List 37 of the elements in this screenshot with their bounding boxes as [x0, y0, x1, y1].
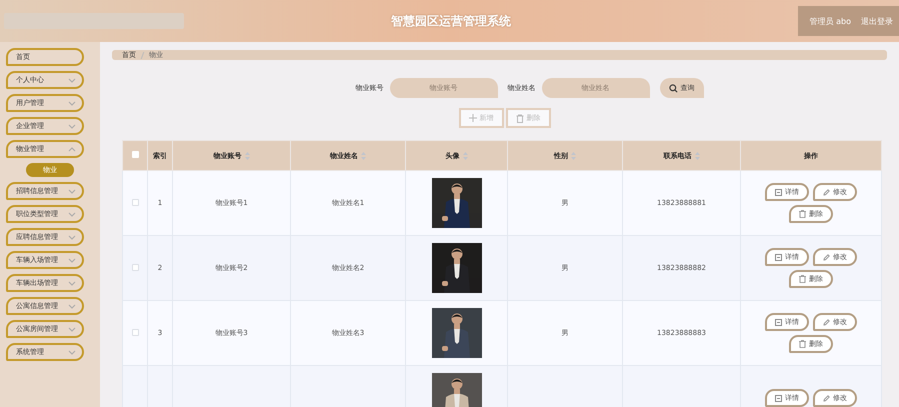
- document-icon: [775, 318, 782, 326]
- row-checkbox[interactable]: [132, 198, 138, 206]
- trash-icon: [516, 114, 524, 122]
- chevron-icon: [68, 78, 76, 82]
- sort-icon: [694, 152, 700, 160]
- select-all-checkbox[interactable]: [132, 151, 138, 158]
- window-title: 智慧园区运营管理系统: [390, 12, 511, 30]
- chevron-icon: [68, 234, 76, 240]
- chevron-icon: [68, 124, 76, 128]
- chevron-icon: [68, 304, 76, 308]
- pencil-icon: [823, 394, 830, 402]
- chevron-icon: [68, 188, 76, 194]
- sort-icon: [462, 152, 468, 160]
- document-icon: [775, 188, 782, 196]
- chevron-icon: [68, 280, 76, 286]
- sort-icon: [361, 152, 366, 160]
- sort-icon: [571, 152, 576, 160]
- chevron-icon: [68, 100, 76, 106]
- pencil-icon: [823, 254, 830, 260]
- pencil-icon: [823, 318, 830, 326]
- row-checkbox[interactable]: [132, 328, 138, 336]
- document-icon: [775, 254, 782, 260]
- chevron-icon: [68, 326, 76, 332]
- trash-icon: [799, 210, 806, 218]
- chevron-icon: [68, 146, 76, 152]
- document-icon: [775, 394, 782, 402]
- search-icon: [668, 84, 678, 92]
- sort-icon: [244, 152, 250, 160]
- chevron-icon: [68, 258, 76, 262]
- row-checkbox[interactable]: [132, 264, 138, 270]
- pencil-icon: [823, 188, 830, 196]
- trash-icon: [799, 275, 806, 283]
- user-name: 管理员 abo: [810, 16, 851, 26]
- trash-icon: [799, 340, 806, 348]
- plus-icon: [468, 114, 476, 122]
- chevron-icon: [68, 350, 76, 354]
- chevron-icon: [68, 212, 76, 216]
